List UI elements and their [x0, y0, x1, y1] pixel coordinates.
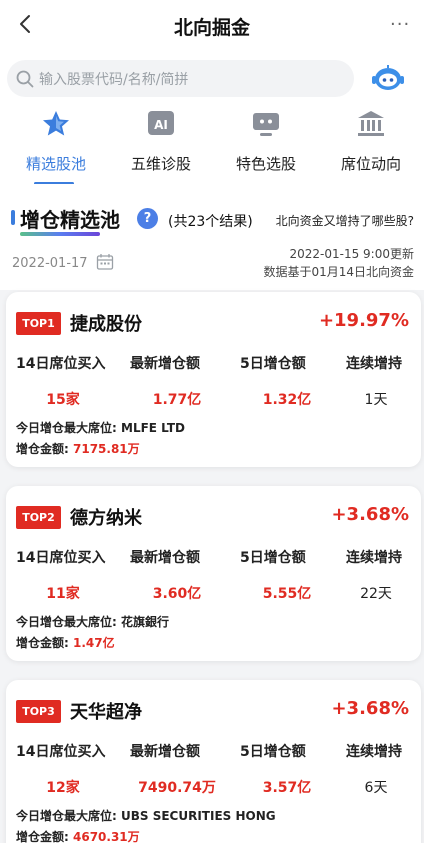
update-time: 2022-01-15 9:00更新 — [289, 247, 414, 261]
latest-value: 3.60亿 — [152, 586, 202, 602]
tab-label: 五维诊股 — [130, 155, 191, 173]
tab-five-dimension[interactable]: AI 五维诊股 — [108, 108, 214, 180]
max-seat-label: 今日增仓最大席位: — [16, 809, 117, 823]
max-seat-label: 今日增仓最大席位: — [16, 421, 117, 435]
col-header-latest: 最新增仓额 — [130, 550, 200, 566]
col-header-streak: 连续增持 — [346, 550, 402, 566]
col-header-five-day: 5日增仓额 — [240, 356, 306, 372]
stock-card[interactable]: TOP1 捷成股份 +19.97% 14日席位买入 最新增仓额 5日增仓额 连续… — [6, 292, 421, 467]
col-header-seats: 14日席位买入 — [16, 550, 106, 566]
amount-value: 4670.31万 — [73, 830, 140, 843]
stock-name: 德方纳米 — [70, 508, 142, 529]
latest-value: 7490.74万 — [138, 780, 216, 796]
price-change: +19.97% — [318, 310, 409, 331]
col-header-five-day: 5日增仓额 — [240, 550, 306, 566]
stock-card[interactable]: TOP3 天华超净 +3.68% 14日席位买入 最新增仓额 5日增仓额 连续增… — [6, 680, 421, 843]
price-change: +3.68% — [331, 698, 409, 719]
northbound-link[interactable]: 北向资金又增持了哪些股? — [276, 212, 414, 229]
bank-icon — [358, 111, 384, 136]
search-placeholder: 输入股票代码/名称/简拼 — [39, 72, 189, 88]
streak-value: 22天 — [360, 586, 392, 602]
max-seat-line: 今日增仓最大席位: UBS SECURITIES HONG — [16, 807, 276, 824]
five-day-value: 3.57亿 — [262, 780, 312, 796]
max-seat-line: 今日增仓最大席位: 花旗銀行 — [16, 613, 169, 630]
max-seat-value: 花旗銀行 — [121, 615, 170, 629]
amount-label: 增仓金额: — [16, 636, 69, 650]
stock-name: 天华超净 — [70, 702, 142, 723]
amount-line: 增仓金额: 1.47亿 — [16, 634, 115, 651]
col-header-streak: 连续增持 — [346, 356, 402, 372]
max-seat-value: UBS SECURITIES HONG — [121, 809, 276, 823]
tab-seat-trend[interactable]: 席位动向 — [318, 108, 424, 180]
col-header-seats: 14日席位买入 — [16, 356, 106, 372]
rank-badge: TOP2 — [16, 506, 61, 529]
col-header-streak: 连续增持 — [346, 744, 402, 760]
max-seat-value: MLFE LTD — [121, 421, 185, 435]
amount-line: 增仓金额: 7175.81万 — [16, 440, 140, 457]
more-icon[interactable]: ··· — [390, 14, 412, 35]
amount-value: 1.47亿 — [73, 636, 115, 650]
tab-featured-pool[interactable]: 精选股池 — [3, 108, 109, 180]
star-icon — [43, 111, 69, 136]
col-header-seats: 14日席位买入 — [16, 744, 106, 760]
ai-icon: AI — [148, 111, 174, 135]
col-header-five-day: 5日增仓额 — [240, 744, 306, 760]
monitor-icon — [253, 113, 279, 136]
top-bar: 北向掘金 ··· — [0, 0, 424, 52]
robot-assistant-icon[interactable] — [370, 63, 406, 95]
main-content: 增仓精选池 ? (共23个结果) 北向资金又增持了哪些股? 2022-01-17… — [0, 184, 424, 843]
result-count: (共23个结果) — [168, 214, 253, 230]
data-basis: 数据基于01月14日北向资金 — [263, 265, 414, 279]
amount-line: 增仓金额: 4670.31万 — [16, 828, 140, 843]
max-seat-label: 今日增仓最大席位: — [16, 615, 117, 629]
page-title: 北向掘金 — [173, 17, 250, 39]
streak-value: 6天 — [364, 780, 388, 796]
tab-label: 特色选股 — [235, 155, 296, 173]
five-day-value: 5.55亿 — [262, 586, 312, 602]
section-marker — [11, 210, 15, 225]
amount-value: 7175.81万 — [73, 442, 140, 456]
search-input[interactable]: 输入股票代码/名称/简拼 — [7, 60, 354, 97]
tab-label: 席位动向 — [340, 155, 401, 173]
svg-text:AI: AI — [154, 118, 168, 132]
date-label[interactable]: 2022-01-17 — [12, 256, 88, 271]
tab-label: 精选股池 — [25, 155, 86, 173]
search-icon — [16, 70, 34, 88]
five-day-value: 1.32亿 — [262, 392, 312, 408]
section-title: 增仓精选池 — [20, 208, 120, 232]
stock-name: 捷成股份 — [70, 314, 142, 335]
latest-value: 1.77亿 — [152, 392, 202, 408]
amount-label: 增仓金额: — [16, 830, 69, 843]
col-header-latest: 最新增仓额 — [130, 356, 200, 372]
search-row: 输入股票代码/名称/简拼 — [0, 52, 424, 102]
rank-badge: TOP1 — [16, 312, 61, 335]
help-icon[interactable]: ? — [137, 208, 158, 229]
price-change: +3.68% — [331, 504, 409, 525]
seats-value: 12家 — [46, 780, 80, 796]
calendar-icon[interactable] — [96, 253, 114, 271]
amount-label: 增仓金额: — [16, 442, 69, 456]
streak-value: 1天 — [364, 392, 388, 408]
tab-special-pick[interactable]: 特色选股 — [213, 108, 319, 180]
section-underline — [20, 232, 100, 236]
stock-card[interactable]: TOP2 德方纳米 +3.68% 14日席位买入 最新增仓额 5日增仓额 连续增… — [6, 486, 421, 661]
rank-badge: TOP3 — [16, 700, 61, 723]
col-header-latest: 最新增仓额 — [130, 744, 200, 760]
section-header: 增仓精选池 ? (共23个结果) 北向资金又增持了哪些股? 2022-01-17… — [0, 184, 424, 290]
max-seat-line: 今日增仓最大席位: MLFE LTD — [16, 419, 185, 436]
seats-value: 11家 — [46, 586, 80, 602]
category-nav: 精选股池 AI 五维诊股 特色选股 席位动向 — [0, 102, 424, 185]
seats-value: 15家 — [46, 392, 80, 408]
